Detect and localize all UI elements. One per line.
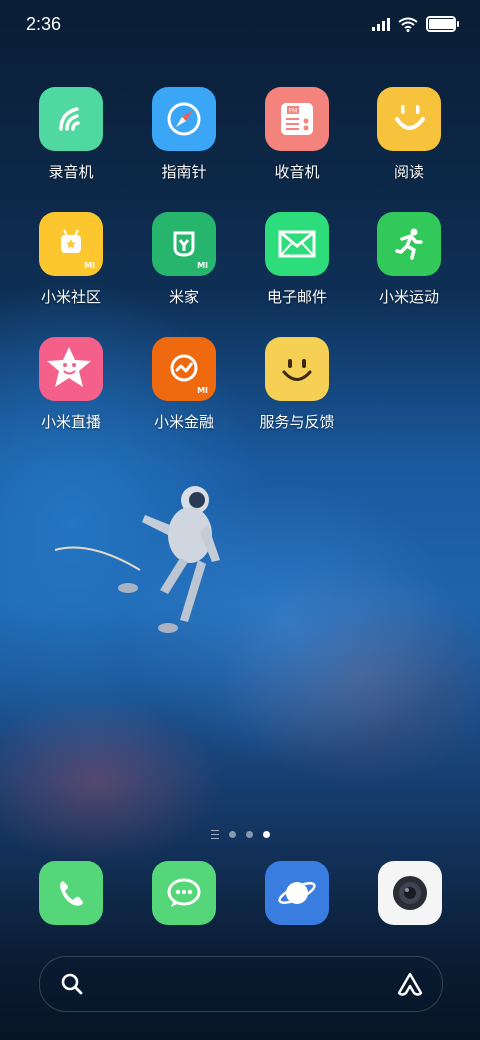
message-icon: [167, 878, 201, 907]
app-label: 小米运动: [378, 288, 439, 306]
app-label: 小米金融: [153, 413, 214, 431]
app-xiaomi-sport[interactable]: 小米运动: [359, 212, 459, 307]
camera-icon: [393, 876, 427, 910]
signal-icon: [372, 17, 390, 31]
dock-phone[interactable]: [39, 861, 103, 925]
svg-text:FM: FM: [289, 109, 298, 115]
app-radio[interactable]: FM 收音机: [247, 87, 347, 182]
mail-icon: [265, 212, 329, 276]
community-icon: MI: [39, 212, 103, 276]
battery-icon: [426, 16, 459, 32]
reader-icon: [377, 87, 441, 151]
run-icon: [377, 212, 441, 276]
status-icons: [372, 16, 459, 32]
compass-icon: [152, 87, 216, 151]
app-label: 录音机: [48, 163, 94, 181]
recorder-icon: [39, 87, 103, 151]
page-indicator[interactable]: [0, 830, 480, 839]
mi-badge: MI: [197, 261, 208, 270]
dock-browser[interactable]: [265, 861, 329, 925]
astronaut-wallpaper-figure: [54, 486, 220, 633]
app-xiaomi-finance[interactable]: MI 小米金融: [134, 337, 234, 432]
feedback-icon: [265, 337, 329, 401]
radio-icon: FM: [265, 87, 329, 151]
live-icon: [39, 337, 103, 401]
status-bar: 2:36: [0, 0, 480, 50]
browser-icon: [278, 882, 316, 904]
app-email[interactable]: 电子邮件: [247, 212, 347, 307]
app-label: 收音机: [274, 163, 320, 181]
search-icon[interactable]: [60, 972, 84, 996]
app-label: 米家: [168, 288, 199, 306]
dock-messages[interactable]: [152, 861, 216, 925]
clock: 2:36: [26, 14, 62, 34]
app-recorder[interactable]: 录音机: [21, 87, 121, 182]
app-label: 指南针: [161, 163, 207, 181]
app-label: 阅读: [393, 163, 424, 181]
app-xiaomi-community[interactable]: MI 小米社区: [21, 212, 121, 307]
page-dot-active[interactable]: [262, 831, 270, 838]
dock-camera[interactable]: [378, 861, 442, 925]
wifi-icon: [398, 17, 418, 32]
app-reader[interactable]: 阅读: [359, 87, 459, 182]
page-list-icon[interactable]: [210, 830, 219, 839]
mi-badge: MI: [197, 386, 208, 395]
assistant-icon[interactable]: [396, 971, 424, 997]
phone-icon: [60, 881, 83, 906]
battery-level: [429, 19, 455, 29]
app-label: 电子邮件: [266, 288, 327, 306]
app-label: 小米直播: [40, 413, 101, 431]
search-bar[interactable]: [39, 956, 443, 1012]
mijia-icon: MI: [152, 212, 216, 276]
mi-badge: MI: [84, 261, 95, 270]
app-service-feedback[interactable]: 服务与反馈: [247, 337, 347, 432]
page-dot[interactable]: [228, 831, 236, 838]
app-label: 小米社区: [40, 288, 101, 306]
app-xiaomi-live[interactable]: 小米直播: [21, 337, 121, 432]
finance-icon: MI: [152, 337, 216, 401]
page-dot[interactable]: [245, 831, 253, 838]
app-mijia[interactable]: MI 米家: [134, 212, 234, 307]
app-compass[interactable]: 指南针: [134, 87, 234, 182]
app-label: 服务与反馈: [259, 413, 335, 431]
